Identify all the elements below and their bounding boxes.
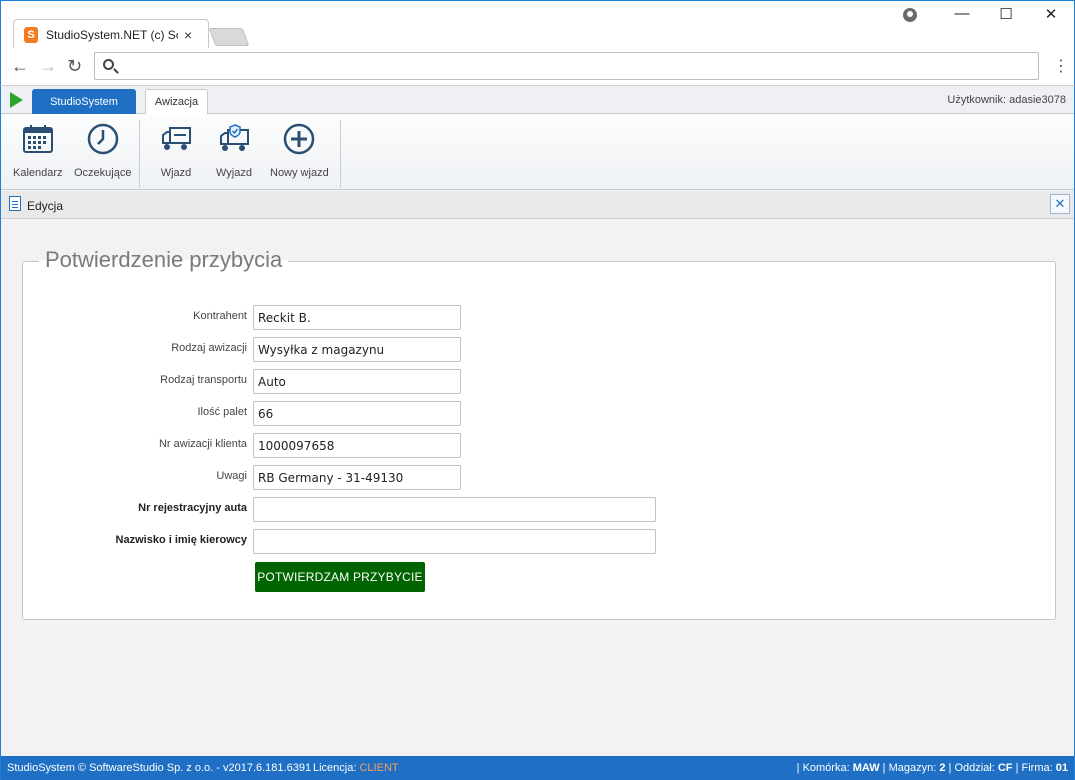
license-label: Licencja: (313, 762, 360, 774)
transport-type-field[interactable] (253, 369, 461, 394)
main-content: Potwierdzenie przybycia Kontrahent Rodza… (1, 219, 1074, 755)
tab-close-icon[interactable]: × (184, 27, 192, 43)
search-icon (103, 59, 114, 70)
advice-type-field[interactable] (253, 337, 461, 362)
minimize-button[interactable]: — (947, 5, 977, 22)
license-info: Licencja: CLIENT (313, 762, 399, 774)
back-button[interactable]: ← (11, 56, 29, 77)
contractor-field[interactable] (253, 305, 461, 330)
location-info: | Komórka: MAW | Magazyn: 2 | Oddział: C… (796, 762, 1068, 774)
reload-button[interactable]: ↻ (67, 56, 82, 77)
close-window-button[interactable]: ✕ (1036, 5, 1066, 23)
browser-toolbar: ← → ↻ ⋮ (0, 48, 1075, 86)
field-row-advice-type: Rodzaj awizacji (23, 337, 1023, 362)
copyright-text: StudioSystem © SoftwareStudio Sp. z o.o.… (7, 762, 312, 774)
driver-name-label: Nazwisko i imię kierowcy (115, 534, 247, 546)
field-row-notes: Uwagi (23, 465, 1023, 490)
oddzial-value: CF (997, 762, 1013, 774)
arrival-confirmation-form: Potwierdzenie przybycia Kontrahent Rodza… (22, 247, 1056, 620)
field-row-registration: Nr rejestracyjny auta (23, 497, 1023, 522)
user-label: Użytkownik: adasie3078 (947, 94, 1066, 106)
panel-close-button[interactable]: ✕ (1050, 194, 1070, 214)
notes-field[interactable] (253, 465, 461, 490)
firma-label: Firma: (1021, 762, 1056, 774)
new-entry-label: Nowy wjazd (270, 167, 329, 179)
exit-label: Wyjazd (216, 167, 252, 179)
new-tab-button[interactable] (208, 28, 250, 46)
address-bar[interactable] (94, 52, 1039, 80)
tab-studiosystem[interactable]: StudioSystem (32, 89, 136, 115)
truck-out-icon (217, 122, 251, 156)
panel-header: Edycja ✕ (1, 191, 1074, 219)
app-window: StudioSystem Awizacja Użytkownik: adasie… (0, 86, 1075, 780)
browser-menu-button[interactable]: ⋮ (1053, 56, 1069, 76)
ribbon: Kalendarz Oczekujące Wjazd Wyjazd Nowy w… (1, 114, 1074, 190)
komorka-label: Komórka: (802, 762, 853, 774)
new-entry-button[interactable]: Nowy wjazd (270, 122, 329, 179)
field-row-transport-type: Rodzaj transportu (23, 369, 1023, 394)
ribbon-separator (139, 120, 140, 188)
pallets-field[interactable] (253, 401, 461, 426)
status-bar: StudioSystem © SoftwareStudio Sp. z o.o.… (1, 756, 1074, 780)
truck-in-icon (159, 122, 193, 156)
pending-label: Oczekujące (74, 167, 132, 179)
forward-button[interactable]: → (39, 56, 57, 77)
transport-type-label: Rodzaj transportu (160, 374, 247, 386)
play-icon[interactable] (10, 92, 23, 108)
registration-label: Nr rejestracyjny auta (138, 502, 247, 514)
contractor-label: Kontrahent (193, 310, 247, 322)
field-row-pallets: Ilość palet (23, 401, 1023, 426)
license-value: CLIENT (359, 762, 399, 774)
tab-awizacja[interactable]: Awizacja (145, 89, 208, 115)
browser-titlebar: S StudioSystem.NET (c) Sof × — ☐ ✕ (0, 0, 1075, 50)
clock-icon (86, 122, 120, 156)
maximize-button[interactable]: ☐ (991, 5, 1021, 23)
exit-button[interactable]: Wyjazd (216, 122, 252, 179)
advice-type-label: Rodzaj awizacji (171, 342, 247, 354)
plus-circle-icon (282, 122, 316, 156)
app-tab-bar: StudioSystem Awizacja Użytkownik: adasie… (1, 86, 1074, 115)
magazyn-label: Magazyn: (888, 762, 940, 774)
client-advice-no-field[interactable] (253, 433, 461, 458)
calendar-icon (21, 122, 55, 156)
profile-icon[interactable] (903, 8, 917, 22)
calendar-label: Kalendarz (13, 167, 63, 179)
notes-label: Uwagi (216, 470, 247, 482)
registration-field[interactable] (253, 497, 656, 522)
field-row-contractor: Kontrahent (23, 305, 1023, 330)
pending-button[interactable]: Oczekujące (74, 122, 131, 179)
form-legend: Potwierdzenie przybycia (39, 247, 289, 273)
field-row-client-advice-no: Nr awizacji klienta (23, 433, 1023, 458)
pallets-label: Ilość palet (197, 406, 247, 418)
ribbon-separator (340, 120, 341, 188)
entry-label: Wjazd (160, 167, 192, 179)
field-row-driver-name: Nazwisko i imię kierowcy (23, 529, 1023, 554)
browser-tab[interactable]: S StudioSystem.NET (c) Sof × (13, 19, 209, 50)
firma-value: 01 (1055, 762, 1068, 774)
calendar-button[interactable]: Kalendarz (13, 122, 63, 179)
tab-title: StudioSystem.NET (c) Sof (46, 28, 178, 42)
komorka-value: MAW (852, 762, 880, 774)
entry-button[interactable]: Wjazd (159, 122, 193, 179)
driver-name-field[interactable] (253, 529, 656, 554)
studiosystem-favicon-icon: S (24, 27, 38, 43)
magazyn-value: 2 (939, 762, 946, 774)
confirm-arrival-button[interactable]: POTWIERDZAM PRZYBYCIE (255, 562, 425, 592)
oddzial-label: Oddział: (954, 762, 998, 774)
panel-title: Edycja (27, 199, 64, 213)
document-icon (9, 196, 21, 211)
client-advice-no-label: Nr awizacji klienta (158, 438, 247, 450)
